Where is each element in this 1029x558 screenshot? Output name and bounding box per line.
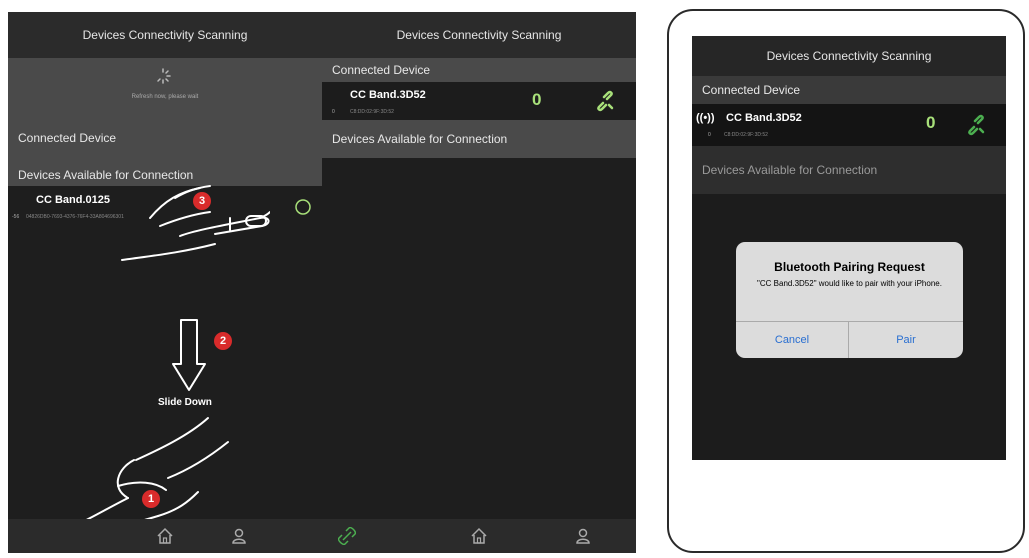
device-id: 04826DB0-7693-4376-76F4-33A804696301 [26, 214, 124, 220]
down-arrow-icon [172, 319, 206, 391]
connected-device-row[interactable]: CC Band.3D52 0 C8:DD:02:9F:3D:52 0 [322, 82, 636, 120]
pair-button[interactable]: Pair [849, 321, 963, 358]
tap-hand-illustration [121, 185, 270, 261]
device-id: C8:DD:02:9F:3D:52 [724, 132, 768, 138]
device-name: CC Band.3D52 [350, 89, 426, 101]
device-rssi: 0 [708, 132, 711, 138]
screen-title: Devices Connectivity Scanning [692, 36, 1006, 76]
link-icon[interactable] [594, 90, 616, 112]
dialog-title: Bluetooth Pairing Request [774, 260, 925, 274]
refresh-area: Refresh now, please wait [8, 58, 322, 120]
spinner-icon [157, 68, 171, 84]
step-3-badge: 3 [193, 192, 211, 210]
available-devices-header: Devices Available for Connection [322, 120, 636, 158]
profile-icon[interactable] [574, 527, 592, 545]
screen-scanning: Devices Connectivity Scanning Refresh no… [8, 12, 322, 553]
bluetooth-signal-icon: ((•)) [696, 112, 715, 124]
screen-connected: Devices Connectivity Scanning Connected … [322, 12, 636, 553]
connected-device-header: Connected Device [692, 76, 1006, 104]
step-count: 0 [926, 113, 936, 132]
connected-device-header: Connected Device [8, 120, 322, 156]
screen-title: Devices Connectivity Scanning [8, 12, 322, 58]
refresh-text: Refresh now, please wait [131, 94, 199, 100]
home-icon[interactable] [156, 527, 174, 545]
connected-device-header: Connected Device [322, 58, 636, 82]
bluetooth-pairing-dialog: Bluetooth Pairing Request "CC Band.3D52"… [736, 242, 963, 358]
home-icon[interactable] [470, 527, 488, 545]
step-1-badge: 1 [142, 490, 160, 508]
screen-title: Devices Connectivity Scanning [322, 12, 636, 58]
link-icon[interactable] [338, 527, 356, 545]
device-name: CC Band.3D52 [726, 112, 802, 124]
device-rssi: -56 [12, 214, 20, 220]
tab-bar [322, 519, 636, 553]
connect-toggle-icon[interactable] [294, 198, 312, 216]
connected-device-row[interactable]: ((•)) CC Band.3D52 0 C8:DD:02:9F:3D:52 0 [692, 104, 1006, 146]
link-icon[interactable] [965, 114, 987, 136]
available-devices-header: Devices Available for Connection [692, 146, 1006, 194]
slide-down-label: Slide Down [158, 397, 212, 408]
profile-icon[interactable] [230, 527, 248, 545]
tab-bar [8, 519, 322, 553]
device-name: CC Band.0125 [36, 194, 110, 206]
step-count: 0 [532, 90, 542, 109]
step-2-badge: 2 [214, 332, 232, 350]
dialog-message: "CC Band.3D52" would like to pair with y… [757, 279, 942, 288]
device-id: C8:DD:02:9F:3D:52 [350, 109, 394, 115]
device-rssi: 0 [332, 109, 335, 115]
cancel-button[interactable]: Cancel [736, 321, 849, 358]
